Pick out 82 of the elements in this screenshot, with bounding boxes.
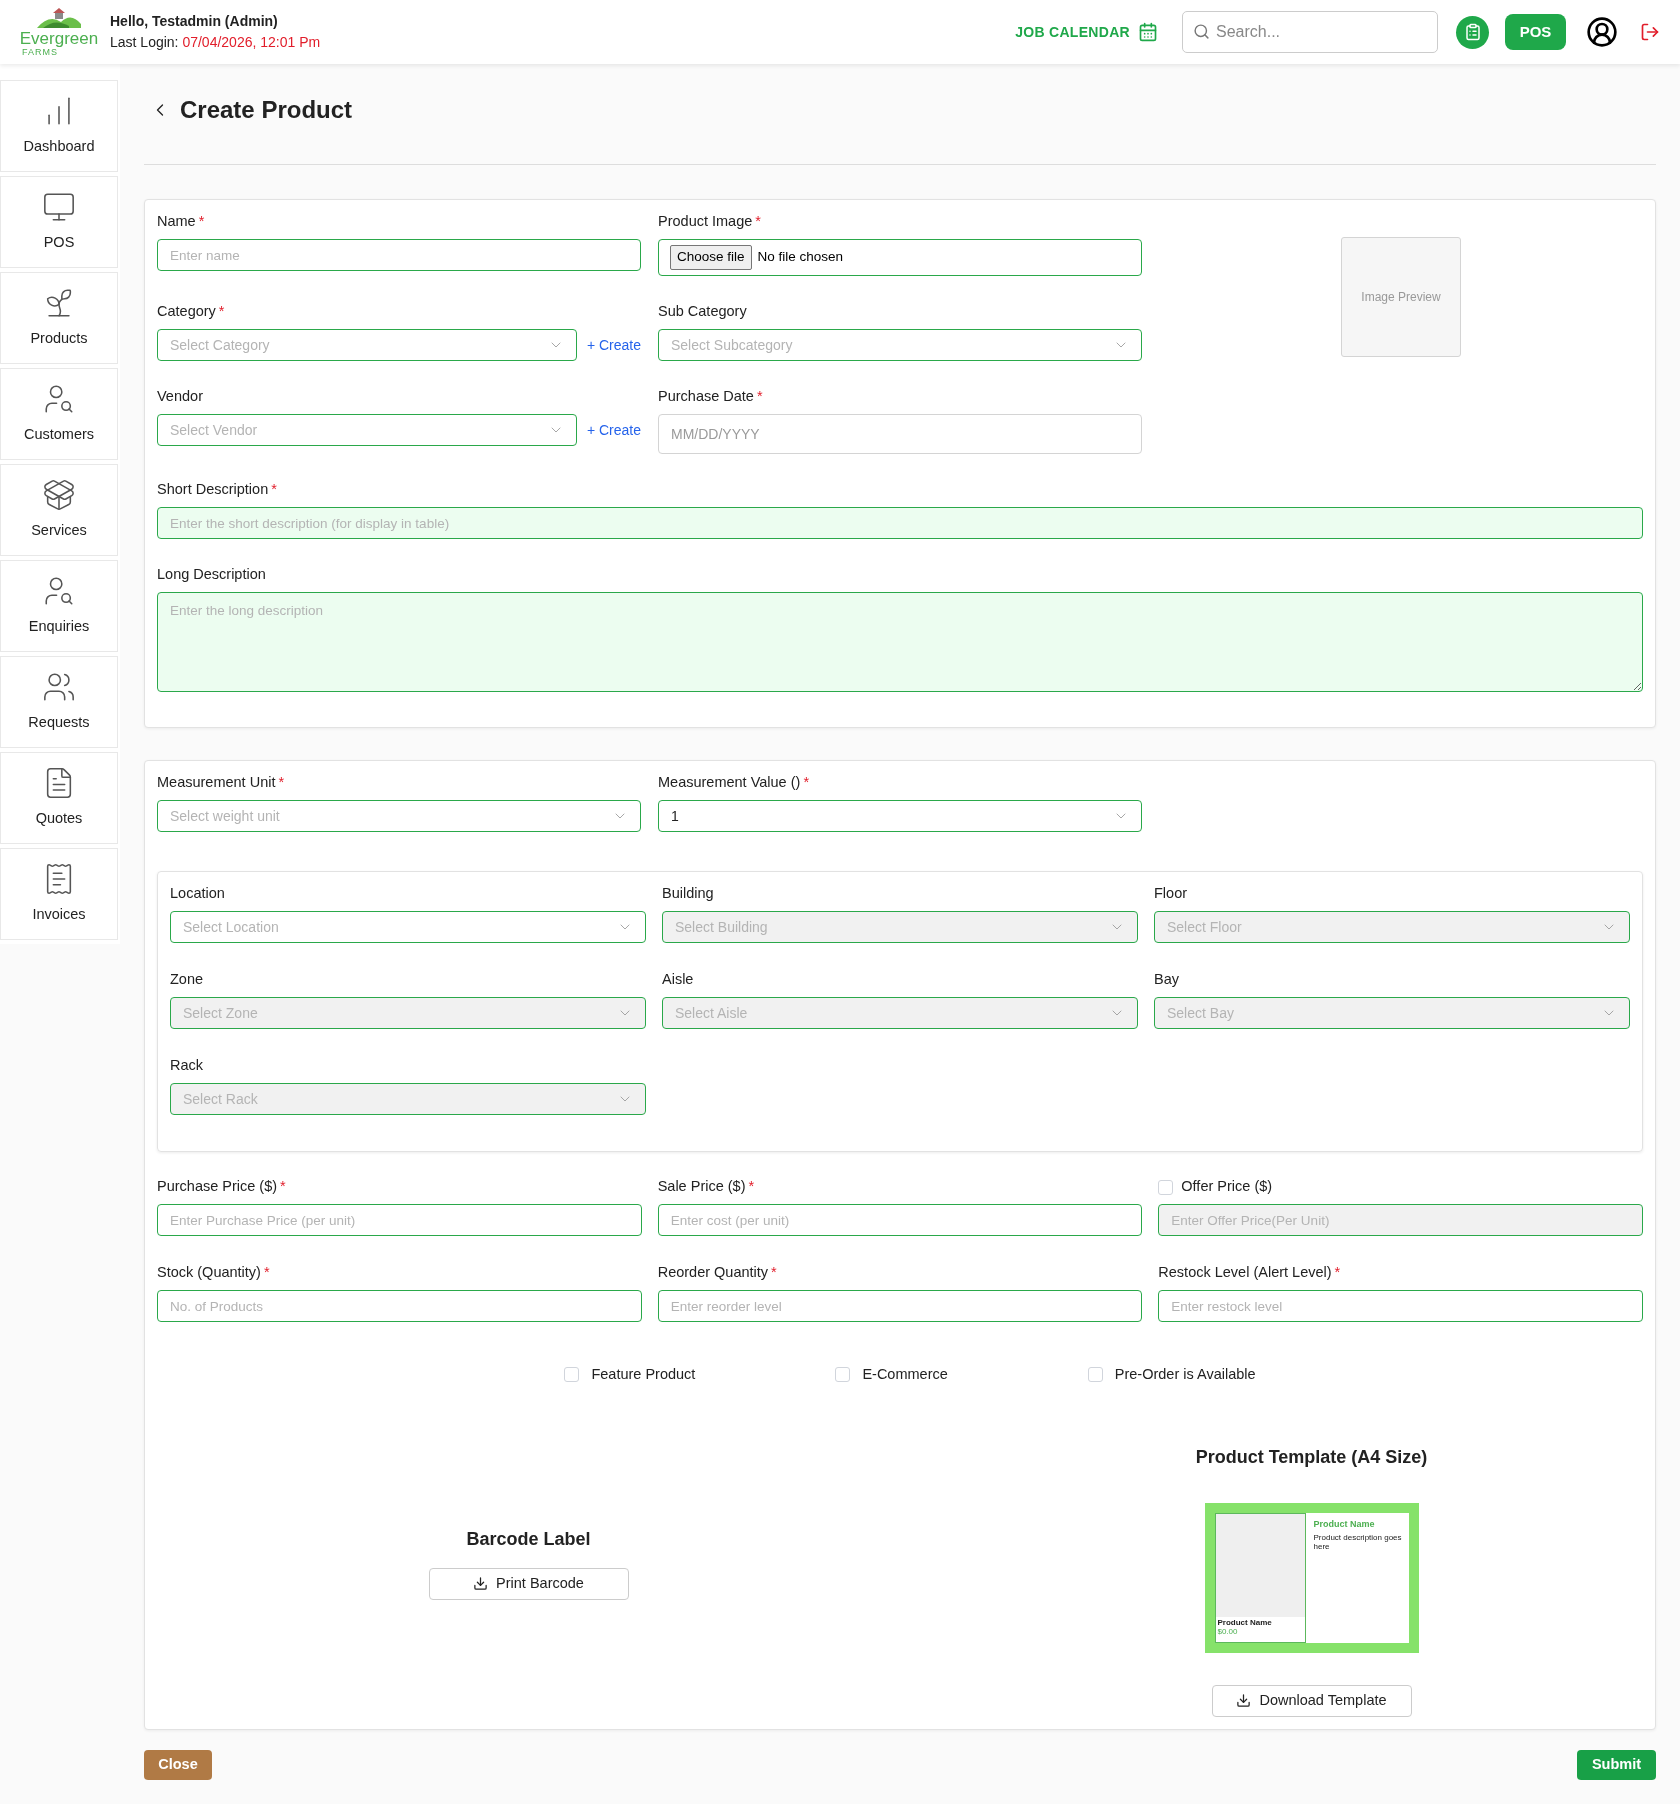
logout-icon[interactable] <box>1640 22 1660 42</box>
sidebar-item[interactable]: Services <box>0 464 118 556</box>
file-input[interactable]: Choose file No file chosen <box>658 239 1142 276</box>
field-label: Vendor <box>157 387 203 407</box>
user-avatar-icon[interactable] <box>1586 16 1618 48</box>
greeting-text: Hello, Testadmin (Admin) <box>110 12 279 31</box>
create-link[interactable]: + Create <box>586 334 641 356</box>
download-icon <box>1236 1693 1252 1709</box>
field-label: Category * <box>157 302 225 322</box>
field-label: Purchase Date * <box>658 387 763 407</box>
barcode-label-title: Barcode Label <box>466 1527 591 1551</box>
sidebar-item[interactable]: Requests <box>0 656 118 748</box>
checkbox[interactable] <box>564 1367 580 1383</box>
field-label: Measurement Value () * <box>658 773 810 793</box>
checkbox[interactable] <box>1087 1367 1103 1383</box>
text-field[interactable]: Enter cost (per unit) <box>657 1204 1143 1236</box>
field-label: Building <box>662 884 714 904</box>
checkbox-label: E-Commerce <box>862 1365 948 1384</box>
checkbox[interactable] <box>835 1367 851 1383</box>
field-label: Aisle <box>662 970 694 990</box>
text-area[interactable]: Enter the long description <box>157 592 1643 692</box>
choose-file-button[interactable]: Choose file <box>670 245 752 270</box>
field-label: Sub Category <box>658 302 747 322</box>
search-field[interactable]: Search... <box>1182 11 1438 53</box>
box-icon <box>42 478 76 513</box>
field-label: Rack <box>170 1056 204 1076</box>
sidebar-item[interactable]: Quotes <box>0 752 118 844</box>
text-field[interactable]: Enter restock level <box>1158 1290 1643 1322</box>
field-label: Measurement Unit * <box>157 773 285 793</box>
text-field[interactable]: Enter reorder level <box>657 1290 1143 1322</box>
preview-heading: Product Name <box>1313 1517 1376 1531</box>
job-calendar-link[interactable]: JOB CALENDAR <box>1015 21 1158 43</box>
page-title: Create Product <box>180 95 353 125</box>
sidebar-item[interactable]: Dashboard <box>0 80 118 172</box>
clipboard-button[interactable] <box>1456 15 1489 49</box>
sidebar-item[interactable]: Customers <box>0 368 118 460</box>
field-label: Product Image * <box>658 212 761 232</box>
download-icon <box>473 1576 489 1592</box>
preview-price: $0.00 <box>1216 1626 1239 1636</box>
search-icon <box>1193 23 1210 40</box>
last-login-text: Last Login: 07/04/2026, 12:01 Pm <box>110 33 321 52</box>
field-label: Zone <box>170 970 204 990</box>
field-label: Purchase Price ($) * <box>157 1177 286 1197</box>
submit-button[interactable]: Submit <box>1577 1749 1656 1780</box>
select-field[interactable]: 1 <box>658 800 1142 832</box>
date-field[interactable]: MM/DD/YYYY <box>658 414 1142 454</box>
download-template-button[interactable]: Download Template <box>1211 1684 1412 1717</box>
calendar-icon <box>1138 22 1158 42</box>
text-field[interactable]: Enter Purchase Price (per unit) <box>157 1204 642 1236</box>
text-field[interactable]: Enter name <box>157 239 641 271</box>
close-button[interactable]: Close <box>144 1749 212 1780</box>
text-field[interactable]: Enter the short description (for display in table) <box>157 507 1643 539</box>
field-label: Location <box>170 884 225 904</box>
logo-text: Evergreen <box>19 29 99 47</box>
print-barcode-button[interactable]: Print Barcode <box>428 1567 629 1600</box>
preview-description: Product description goes here <box>1313 1533 1403 1552</box>
pos-button[interactable]: POS <box>1505 14 1566 50</box>
farm-logo-icon <box>35 7 83 30</box>
image-preview: Image Preview <box>1341 237 1461 357</box>
sidebar-item[interactable]: Enquiries <box>0 560 118 652</box>
field-label: Restock Level (Alert Level) * <box>1158 1263 1341 1283</box>
create-link[interactable]: + Create <box>586 419 641 441</box>
template-title: Product Template (A4 Size) <box>1195 1445 1428 1469</box>
field-label: Bay <box>1154 970 1179 990</box>
field-label: Offer Price ($) <box>1181 1177 1273 1197</box>
checkbox-label: Feature Product <box>591 1365 696 1384</box>
field-label: Sale Price ($) * <box>657 1177 755 1197</box>
field-label: Short Description * <box>157 480 277 500</box>
preview-product-name: Product Name <box>1216 1617 1273 1627</box>
field-label: Stock (Quantity) * <box>157 1263 270 1283</box>
field-label: Long Description <box>157 565 266 585</box>
field-label: Reorder Quantity * <box>657 1263 777 1283</box>
sidebar-item[interactable]: POS <box>0 176 118 268</box>
sidebar-item[interactable]: Products <box>0 272 118 364</box>
file-status: No file chosen <box>757 248 844 267</box>
field-label: Name * <box>157 212 205 232</box>
sidebar-item[interactable]: Invoices <box>0 848 118 940</box>
text-field[interactable]: No. of Products <box>157 1290 642 1322</box>
checkbox-label: Pre-Order is Available <box>1114 1365 1256 1384</box>
logo-subtext: FARMS <box>22 46 58 57</box>
field-label: Floor <box>1154 884 1188 904</box>
clipboard-icon <box>1463 23 1482 41</box>
